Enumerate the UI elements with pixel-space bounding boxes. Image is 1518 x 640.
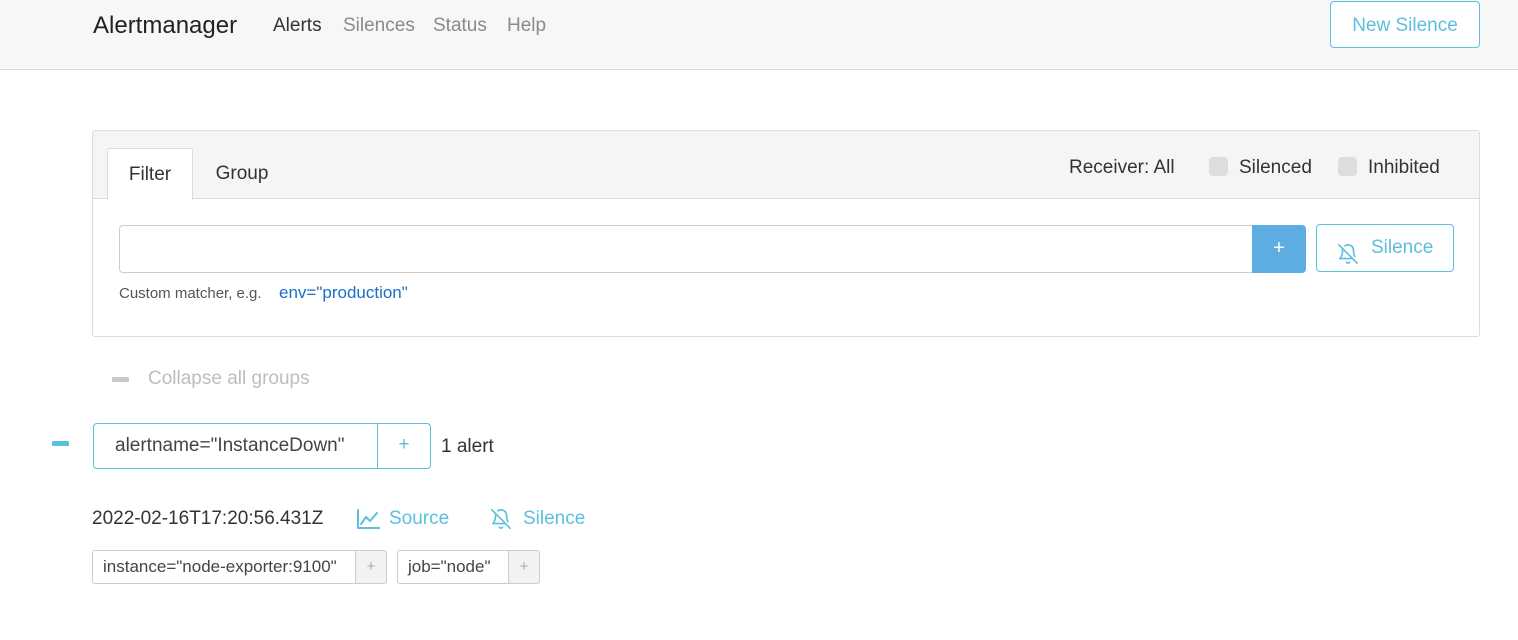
receiver-select[interactable]: Receiver: All [1069,156,1175,180]
chart-line-icon [356,508,380,537]
nav-link-help[interactable]: Help [507,14,546,38]
inhibited-label: Inhibited [1368,157,1440,178]
label-instance-add-button[interactable]: + [356,550,387,584]
silence-button[interactable]: Silence [1316,224,1454,272]
tab-group[interactable]: Group [205,148,279,199]
source-link-label: Source [389,508,450,529]
matcher-hint: Custom matcher, e.g. [119,285,262,302]
bell-slash-icon [1337,237,1359,283]
matcher-input[interactable] [119,225,1253,273]
minus-icon [112,377,129,382]
silence-button-label: Silence [1371,237,1434,258]
label-job-add-button[interactable]: + [509,550,540,584]
group-collapse-minus-icon[interactable] [52,441,69,446]
collapse-all-label: Collapse all groups [148,368,310,389]
nav-link-status[interactable]: Status [433,14,487,38]
tab-filter[interactable]: Filter [107,148,193,200]
alert-silence-label: Silence [523,508,586,529]
filter-card: Filter Group Receiver: All Silenced Inhi… [92,130,1480,337]
new-silence-button[interactable]: New Silence [1330,1,1480,48]
inhibited-checkbox[interactable] [1338,157,1357,176]
group-add-filter-button[interactable]: + [377,423,431,469]
filter-card-header: Filter Group Receiver: All Silenced Inhi… [93,131,1479,200]
nav-link-silences[interactable]: Silences [343,14,415,38]
bell-slash-icon [489,508,513,537]
group-label-filter[interactable]: alertname="InstanceDown" [93,423,378,469]
add-matcher-button[interactable]: + [1252,225,1306,273]
nav-link-alerts[interactable]: Alerts [273,14,322,38]
label-job[interactable]: job="node" [397,550,509,584]
alert-timestamp: 2022-02-16T17:20:56.431Z [92,508,324,529]
label-instance[interactable]: instance="node-exporter:9100" [92,550,356,584]
matcher-example-link[interactable]: env="production" [279,282,408,304]
navbar: Alertmanager Alerts Silences Status Help… [0,0,1518,70]
silenced-checkbox[interactable] [1209,157,1228,176]
brand-logo[interactable]: Alertmanager [93,11,237,41]
silenced-label: Silenced [1239,157,1312,178]
alert-count: 1 alert [441,436,494,457]
